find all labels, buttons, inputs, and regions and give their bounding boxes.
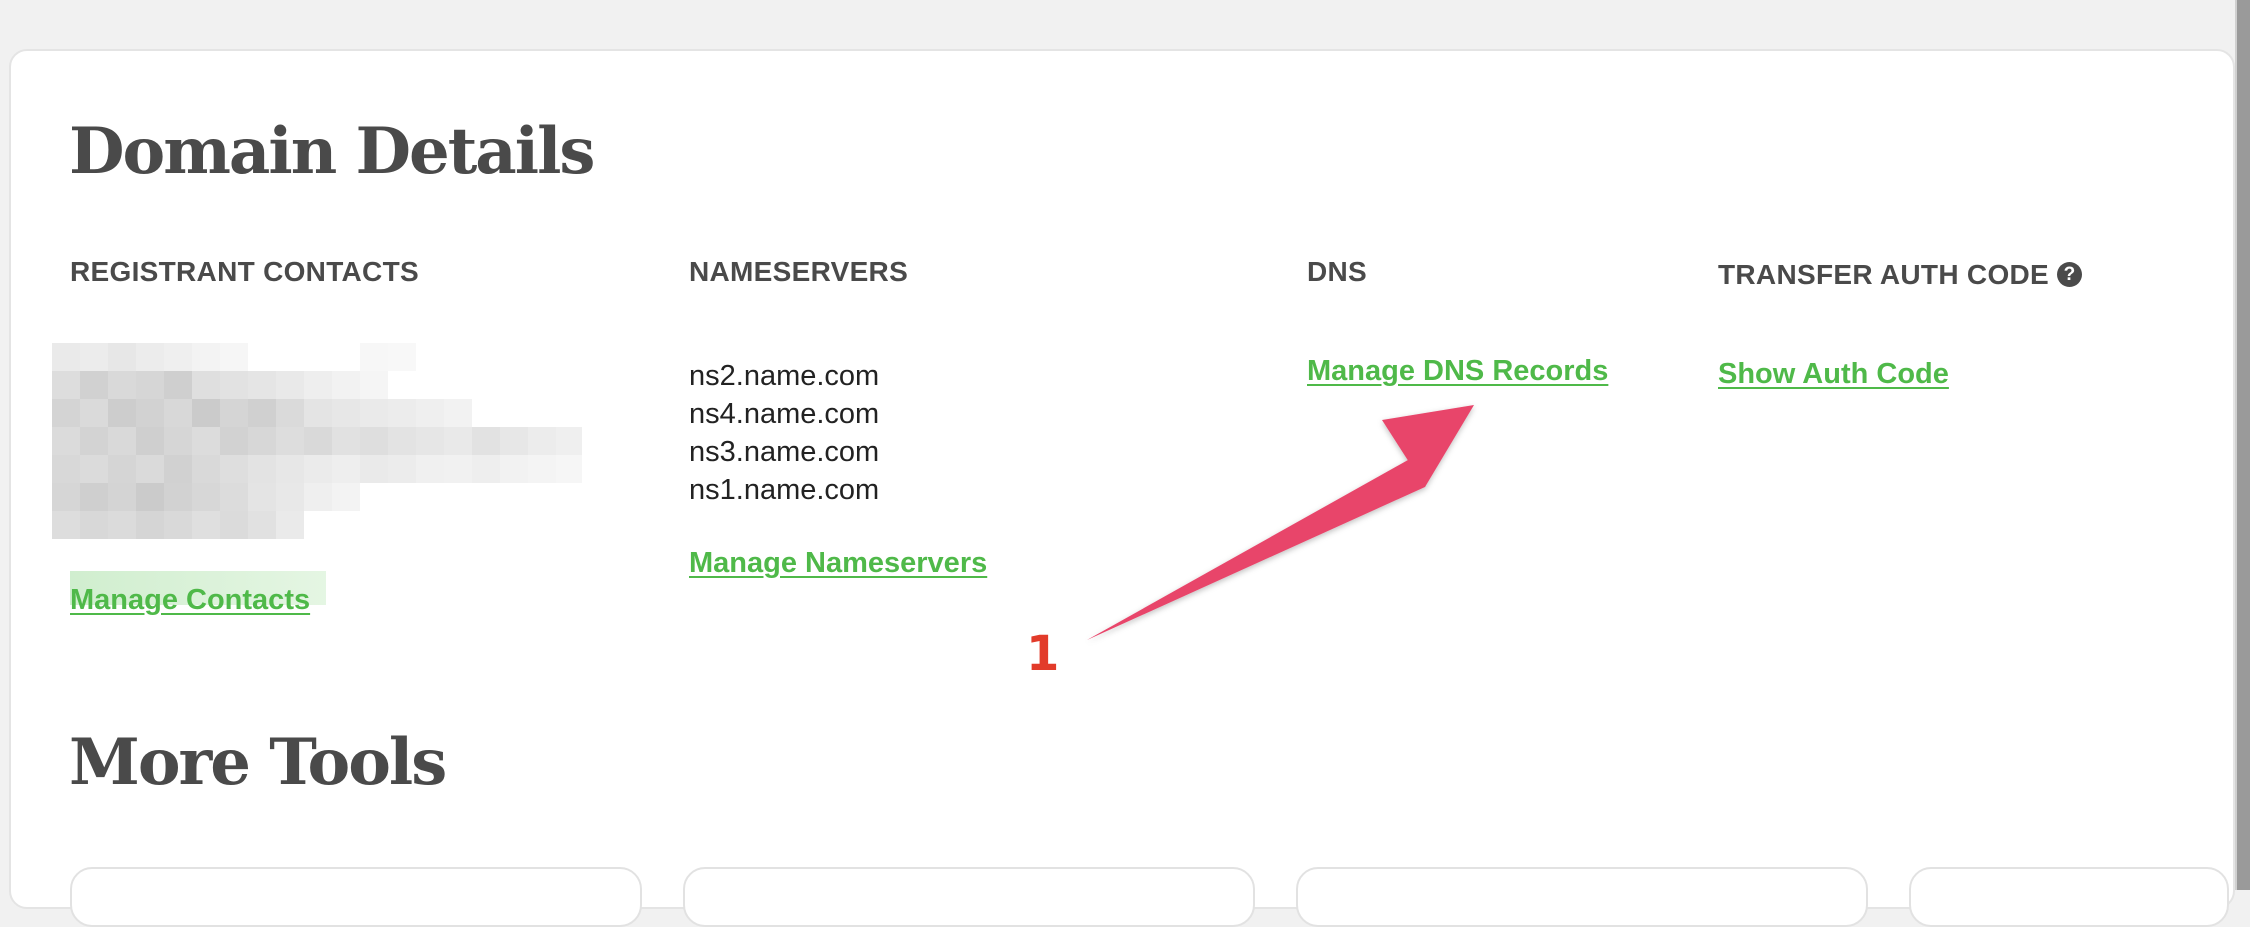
annotation-step-number: 1 xyxy=(1026,626,1060,682)
manage-dns-records-link[interactable]: Manage DNS Records xyxy=(1307,357,1608,386)
registrant-contacts-heading: REGISTRANT CONTACTS xyxy=(70,256,419,287)
nameservers-heading: NAMESERVERS xyxy=(689,256,909,287)
redacted-contact-info xyxy=(52,343,582,543)
nameserver-item: ns1.name.com xyxy=(689,474,880,506)
question-circle-icon[interactable]: ? xyxy=(2057,262,2083,287)
tool-card[interactable] xyxy=(683,867,1255,927)
manage-nameservers-link[interactable]: Manage Nameservers xyxy=(689,549,987,578)
transfer-auth-code-label: TRANSFER AUTH CODE xyxy=(1718,259,2050,290)
more-tools-title: More Tools xyxy=(69,725,447,800)
window-edge xyxy=(2237,0,2250,890)
show-auth-code-link[interactable]: Show Auth Code xyxy=(1718,360,1949,389)
tool-card[interactable] xyxy=(1296,867,1868,927)
page-title: Domain Details xyxy=(69,114,595,189)
tool-card[interactable] xyxy=(70,867,642,927)
dns-heading: DNS xyxy=(1307,256,1368,287)
nameserver-list: ns2.name.com ns4.name.com ns3.name.com n… xyxy=(689,357,879,509)
pixelated-redaction xyxy=(52,343,582,539)
manage-contacts-link[interactable]: Manage Contacts xyxy=(70,586,310,615)
nameserver-item: ns3.name.com xyxy=(689,436,880,468)
transfer-auth-code-heading: TRANSFER AUTH CODE? xyxy=(1718,259,2083,290)
nameserver-item: ns4.name.com xyxy=(689,398,880,430)
nameserver-item: ns2.name.com xyxy=(689,360,880,392)
tool-card[interactable] xyxy=(1909,867,2229,927)
